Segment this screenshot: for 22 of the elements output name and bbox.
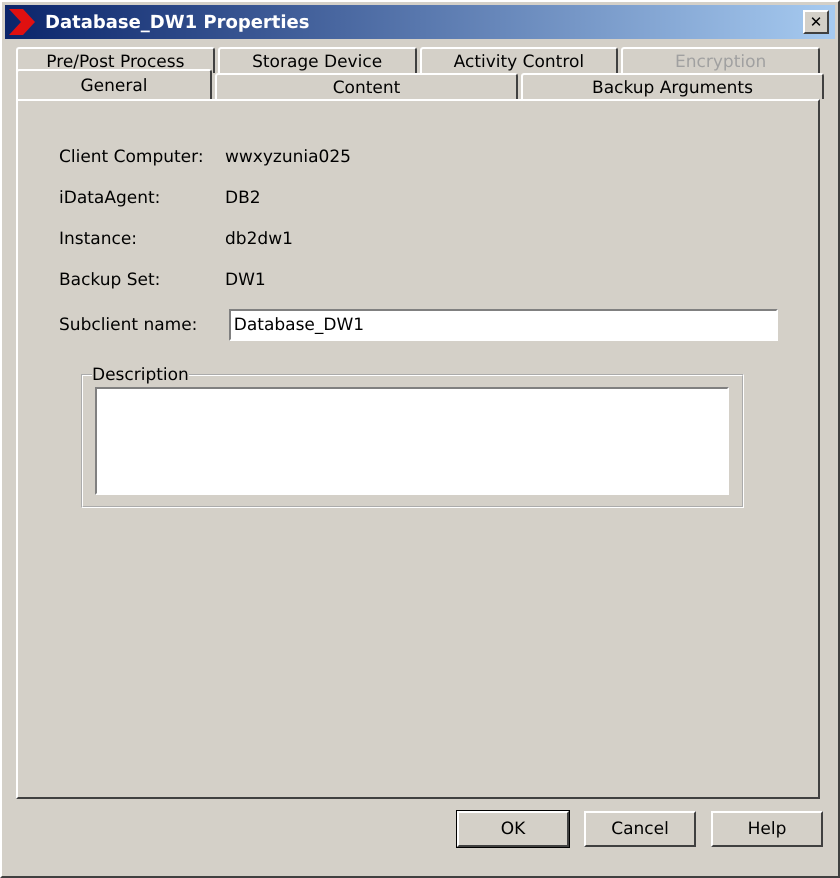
window-title: Database_DW1 Properties — [45, 12, 310, 32]
dialog-button[interactable]: OK — [457, 811, 569, 847]
field-value: db2dw1 — [225, 228, 294, 251]
field-value: DW1 — [225, 269, 267, 292]
field-label: Subclient name: — [59, 315, 198, 335]
tab[interactable]: General — [16, 69, 212, 99]
subclient-name-field[interactable]: Database_DW1 — [228, 309, 778, 341]
field-label: Instance: — [59, 228, 138, 251]
tab[interactable]: Storage Device — [218, 47, 416, 73]
description-field[interactable] — [95, 387, 729, 495]
close-button[interactable]: ✕ — [803, 10, 829, 34]
field-label: Client Computer: — [59, 146, 205, 169]
tab[interactable]: Activity Control — [420, 47, 618, 73]
tab[interactable]: Content — [215, 73, 518, 99]
dialog-button[interactable]: Cancel — [584, 811, 696, 847]
field-value: wwxyzunia025 — [225, 146, 352, 169]
tab[interactable]: Backup Arguments — [521, 73, 824, 99]
group-label: Description — [92, 365, 189, 385]
field-value: DB2 — [225, 187, 262, 210]
field-label: iDataAgent: — [59, 187, 162, 210]
field-label: Backup Set: — [59, 269, 162, 292]
dialog-button[interactable]: Help — [711, 811, 823, 847]
